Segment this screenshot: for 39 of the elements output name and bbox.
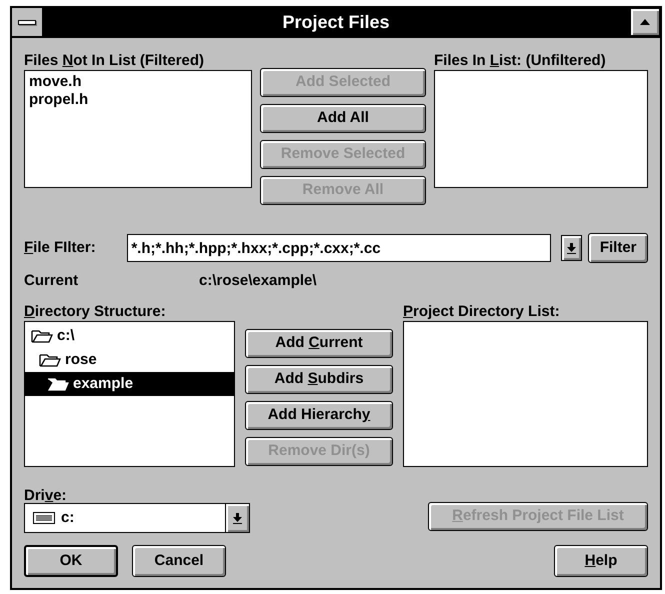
folder-icon bbox=[39, 352, 61, 368]
directory-list[interactable] bbox=[403, 321, 648, 467]
current-path: c:\rose\example\ bbox=[199, 270, 317, 291]
tree-item[interactable]: example bbox=[25, 372, 234, 396]
dialog-button[interactable]: Help bbox=[554, 545, 648, 577]
list-item[interactable]: move.h bbox=[29, 73, 82, 91]
field-label: File FIlter: bbox=[24, 238, 97, 258]
folder-icon bbox=[31, 328, 53, 344]
drive-icon bbox=[33, 512, 55, 524]
list-item[interactable]: propel.h bbox=[29, 91, 88, 109]
directory-action-button[interactable]: Add Subdirs bbox=[245, 365, 393, 394]
file-action-button[interactable]: Add All bbox=[260, 104, 426, 133]
directory-action-button[interactable]: Add Current bbox=[245, 329, 393, 358]
list-label: Project Directory List: bbox=[403, 302, 561, 321]
list-label: Files Not In List (Filtered) bbox=[24, 51, 206, 70]
file-list[interactable] bbox=[434, 70, 648, 188]
dialog-button[interactable]: OK bbox=[24, 545, 118, 577]
down-arrow-icon bbox=[233, 512, 242, 524]
directory-action-button[interactable]: Add Hierarchy bbox=[245, 401, 393, 430]
directory-tree[interactable]: c:\ rose example bbox=[24, 321, 235, 467]
current-label: Current bbox=[24, 270, 80, 291]
list-label: Directory Structure: bbox=[24, 302, 167, 321]
tree-item[interactable]: rose bbox=[25, 348, 234, 372]
window-title: Project Files bbox=[281, 10, 391, 34]
maximize-button[interactable] bbox=[630, 8, 660, 36]
filter-button[interactable]: Filter bbox=[588, 233, 648, 263]
folder-icon bbox=[47, 376, 69, 392]
dialog-button[interactable]: Cancel bbox=[132, 545, 226, 577]
filter-field[interactable]: *.h;*.hh;*.hpp;*.hxx;*.cpp;*.cxx;*.cc bbox=[127, 234, 551, 262]
list-label: Files In List: (Unfiltered) bbox=[434, 51, 607, 70]
up-arrow-icon bbox=[640, 19, 650, 25]
drive-value: c: bbox=[61, 508, 76, 528]
system-menu-button[interactable] bbox=[12, 8, 42, 36]
field-label: Drive: bbox=[24, 486, 68, 503]
down-arrow-icon bbox=[566, 242, 576, 254]
file-list[interactable]: move.h propel.h bbox=[24, 70, 252, 188]
tree-item[interactable]: c:\ bbox=[25, 324, 234, 348]
dropdown-button[interactable] bbox=[560, 235, 582, 261]
drive-combo[interactable]: c: bbox=[24, 503, 250, 533]
